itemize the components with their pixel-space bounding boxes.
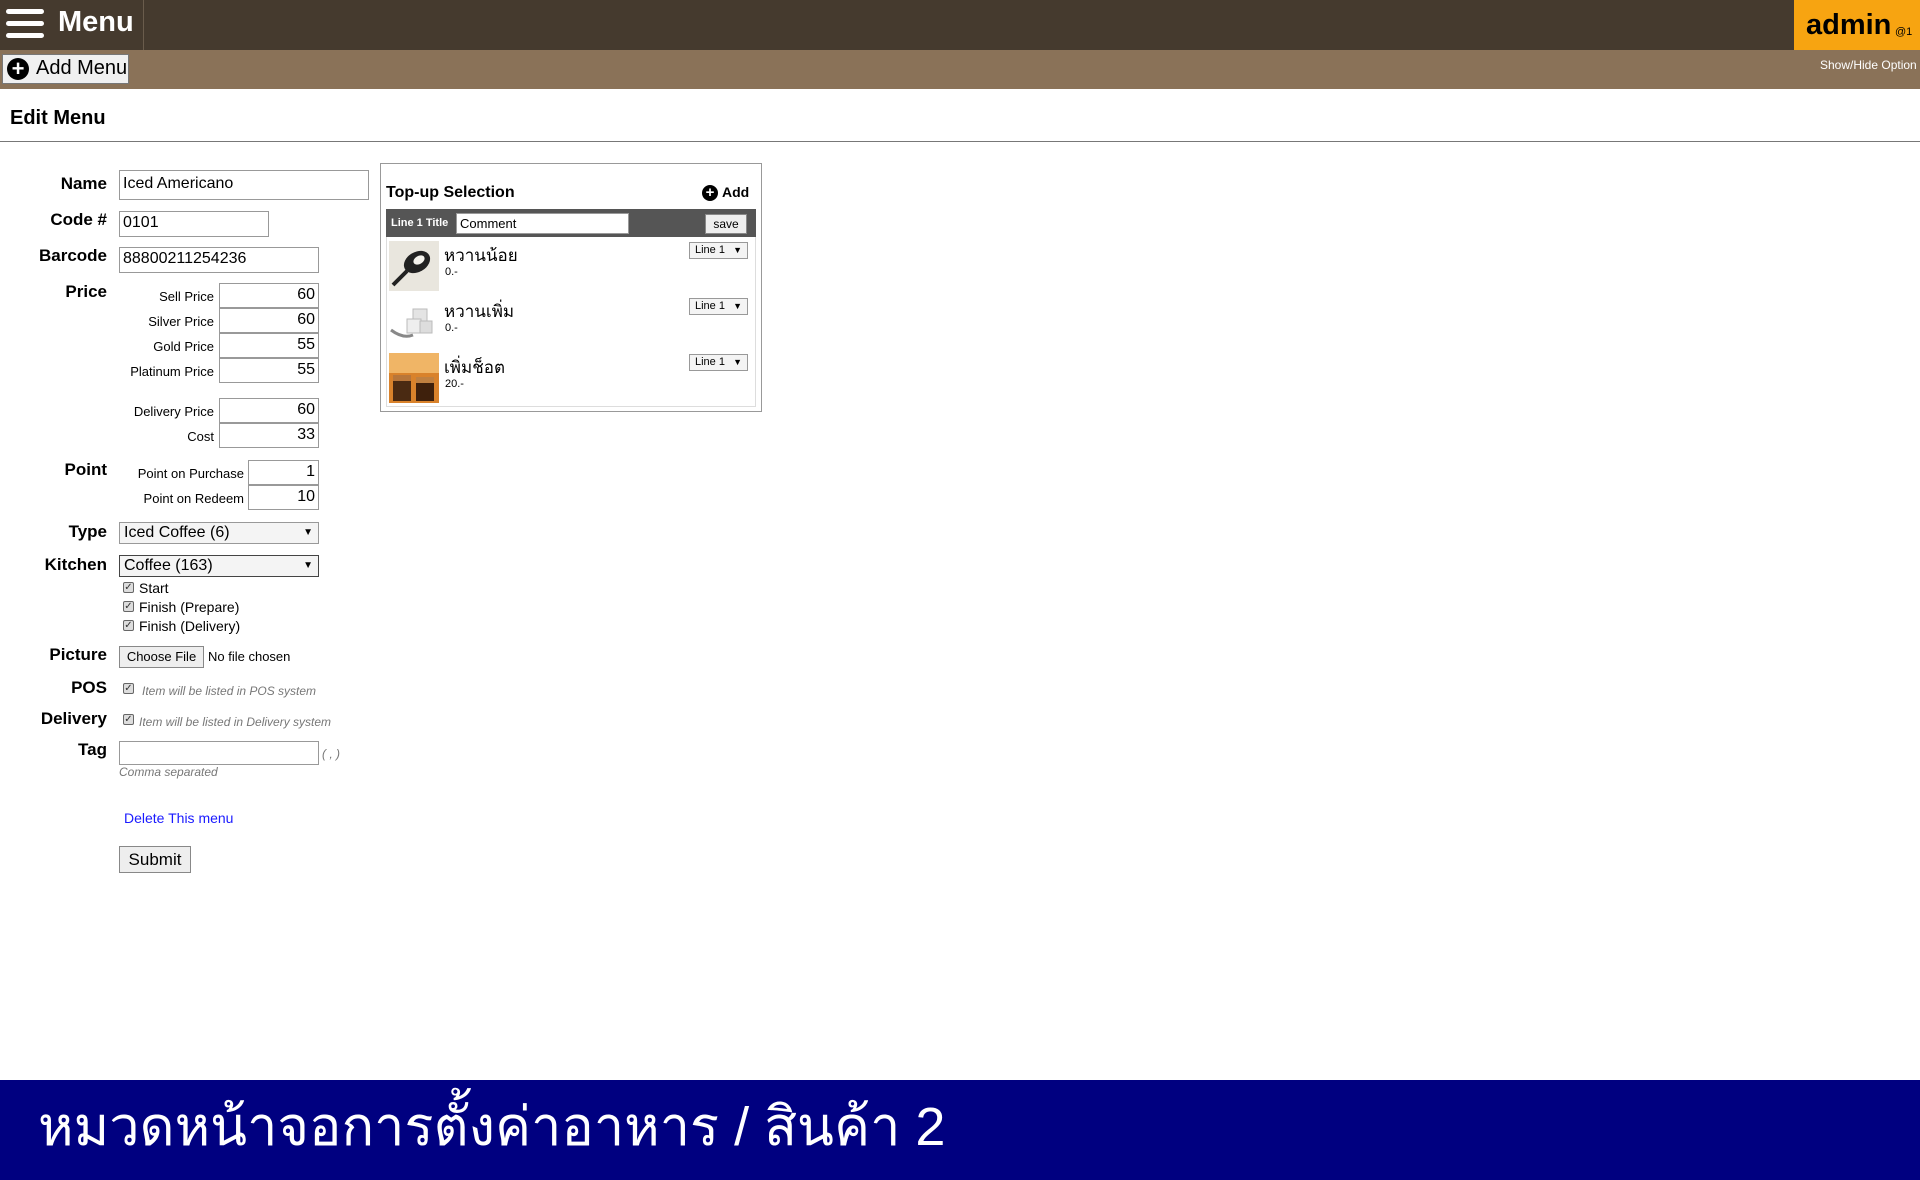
add-menu-label: Add Menu [36, 57, 128, 79]
no-file-text: No file chosen [208, 649, 291, 664]
top-bar: Menu admin @1 [0, 0, 1920, 50]
platinum-price-input[interactable]: 55 [219, 358, 319, 383]
topup-add-button[interactable]: + Add [700, 182, 755, 204]
topup-item[interactable]: หวานเพิ่ม 0.- Line 1 ▼ [387, 293, 755, 349]
sell-price-label: Sell Price [159, 289, 214, 304]
silver-price-input[interactable]: 60 [219, 308, 319, 333]
user-menu[interactable]: admin @1 [1794, 0, 1920, 50]
delivery-price-input[interactable]: 60 [219, 398, 319, 423]
kitchen-finish-prepare-label: Finish (Prepare) [139, 599, 240, 615]
topup-item-price: 0.- [445, 322, 458, 334]
kitchen-label: Kitchen [44, 555, 107, 574]
pos-checkbox[interactable]: ✓ [123, 683, 134, 694]
type-select-value: Iced Coffee (6) [124, 524, 230, 541]
kitchen-finish-delivery-checkbox[interactable]: ✓ [123, 620, 134, 631]
espresso-shot-icon [389, 353, 439, 403]
menu-toggle-button[interactable]: Menu [0, 0, 144, 50]
caption-banner: หมวดหน้าจอการตั้งค่าอาหาร / สินค้า 2 [0, 1080, 1920, 1180]
kitchen-finish-delivery-label: Finish (Delivery) [139, 618, 241, 634]
tag-input[interactable] [119, 741, 319, 765]
topup-list: หวานน้อย 0.- Line 1 ▼ หวานเพิ่ม 0.- Line [386, 237, 756, 407]
topup-item-name: หวานน้อย [444, 246, 518, 265]
topup-item-name: เพิ่มช็อต [444, 358, 506, 377]
hamburger-icon [0, 0, 50, 50]
delivery-checkbox[interactable]: ✓ [123, 714, 134, 725]
kitchen-finish-prepare-checkbox[interactable]: ✓ [123, 601, 134, 612]
spoon-sugar-icon [389, 241, 439, 291]
caption-text: หมวดหน้าจอการตั้งค่าอาหาร / สินค้า 2 [38, 1097, 946, 1157]
topup-line-value: Line 1 [695, 244, 725, 256]
delivery-hint: Item will be listed in Delivery system [139, 715, 332, 729]
pos-label: POS [71, 678, 107, 697]
toolbar [0, 50, 1920, 89]
line-title-input[interactable]: Comment [456, 213, 629, 234]
chevron-down-icon: ▼ [303, 527, 313, 538]
delivery-price-label: Delivery Price [133, 404, 214, 419]
topup-item[interactable]: หวานน้อย 0.- Line 1 ▼ [387, 237, 755, 293]
point-redeem-label: Point on Redeem [143, 491, 244, 506]
topup-line-value: Line 1 [695, 356, 725, 368]
sugar-cubes-icon [389, 297, 439, 347]
submit-button[interactable]: Submit [119, 846, 191, 873]
cost-input[interactable]: 33 [219, 423, 319, 448]
topup-item[interactable]: เพิ่มช็อต 20.- Line 1 ▼ [387, 349, 755, 405]
show-hide-option-link[interactable]: Show/Hide Option [1820, 58, 1917, 72]
topup-add-label: Add [722, 184, 750, 200]
topup-item-price: 0.- [445, 266, 458, 278]
topup-line-value: Line 1 [695, 300, 725, 312]
kitchen-select[interactable]: Coffee (163) ▼ [119, 555, 319, 577]
username: admin [1806, 9, 1892, 41]
point-redeem-input[interactable]: 10 [248, 485, 319, 510]
divider [0, 141, 1920, 142]
pos-hint: Item will be listed in POS system [142, 684, 317, 698]
add-menu-button[interactable]: + Add Menu [2, 54, 129, 84]
plus-circle-icon: + [7, 58, 29, 80]
cost-label: Cost [187, 429, 214, 444]
type-select[interactable]: Iced Coffee (6) ▼ [119, 522, 319, 544]
chevron-down-icon: ▼ [733, 357, 742, 367]
code-input[interactable]: 0101 [119, 211, 269, 237]
type-label: Type [68, 522, 107, 541]
name-input[interactable]: Iced Americano [119, 170, 369, 200]
topup-line-select[interactable]: Line 1 ▼ [689, 354, 748, 371]
sell-price-input[interactable]: 60 [219, 283, 319, 308]
chevron-down-icon: ▼ [733, 301, 742, 311]
line-title-bar: Line 1 Title Comment save [386, 209, 756, 237]
tag-suffix: ( , ) [322, 747, 340, 761]
plus-circle-icon: + [702, 185, 718, 201]
user-branch: @1 [1895, 26, 1913, 38]
barcode-label: Barcode [38, 246, 107, 265]
line-title-label: Line 1 Title [391, 217, 449, 229]
chevron-down-icon: ▼ [303, 560, 313, 571]
topup-item-name: หวานเพิ่ม [444, 302, 515, 321]
kitchen-start-checkbox[interactable]: ✓ [123, 582, 134, 593]
picture-label: Picture [49, 645, 107, 664]
chevron-down-icon: ▼ [733, 245, 742, 255]
tag-hint: Comma separated [119, 765, 218, 779]
gold-price-input[interactable]: 55 [219, 333, 319, 358]
tag-label: Tag [78, 740, 107, 759]
name-label: Name [60, 174, 107, 193]
topup-title: Top-up Selection [386, 184, 515, 201]
page-title: Edit Menu [10, 107, 106, 129]
app-title: Menu [58, 6, 134, 38]
topup-panel: Top-up Selection + Add Line 1 Title Comm… [380, 163, 762, 412]
kitchen-select-value: Coffee (163) [124, 557, 213, 574]
silver-price-label: Silver Price [148, 314, 214, 329]
point-label: Point [64, 460, 108, 479]
delivery-label: Delivery [40, 709, 107, 728]
save-button[interactable]: save [705, 214, 747, 234]
point-purchase-input[interactable]: 1 [248, 460, 319, 485]
topup-item-price: 20.- [445, 378, 464, 390]
platinum-price-label: Platinum Price [130, 364, 214, 379]
kitchen-start-label: Start [139, 580, 169, 596]
point-purchase-label: Point on Purchase [137, 466, 244, 481]
topup-line-select[interactable]: Line 1 ▼ [689, 242, 748, 259]
topup-line-select[interactable]: Line 1 ▼ [689, 298, 748, 315]
gold-price-label: Gold Price [153, 339, 214, 354]
delete-menu-link[interactable]: Delete This menu [124, 810, 233, 826]
code-label: Code # [50, 210, 107, 229]
barcode-input[interactable]: 88800211254236 [119, 247, 319, 273]
choose-file-button[interactable]: Choose File [119, 646, 204, 668]
